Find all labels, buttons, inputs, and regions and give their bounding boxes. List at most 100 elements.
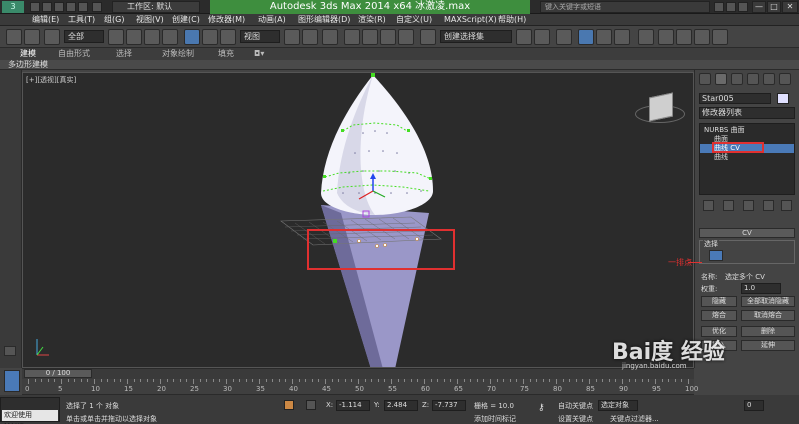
configure-modifier-sets-icon[interactable] bbox=[781, 200, 792, 211]
manipulate-icon[interactable] bbox=[302, 29, 318, 45]
make-unique-icon[interactable] bbox=[743, 200, 754, 211]
cv-rollout-header[interactable]: CV bbox=[699, 228, 795, 238]
ribbon-options-icon[interactable]: ◘▾ bbox=[254, 48, 264, 60]
layer-manager-icon[interactable] bbox=[556, 29, 572, 45]
stack-item-curve[interactable]: 曲线 bbox=[700, 153, 794, 162]
maximize-button[interactable]: □ bbox=[767, 1, 781, 13]
star-icon[interactable] bbox=[726, 2, 736, 12]
z-coord-field[interactable]: -7.737 bbox=[432, 400, 466, 411]
stack-item-nurbs-surface[interactable]: NURBS 曲面 bbox=[700, 126, 794, 135]
hierarchy-tab-icon[interactable] bbox=[731, 73, 743, 85]
close-button[interactable]: ✕ bbox=[782, 1, 798, 13]
render-setup-icon[interactable] bbox=[658, 29, 674, 45]
render-iterative-icon[interactable] bbox=[712, 29, 728, 45]
redo-icon[interactable] bbox=[78, 2, 88, 12]
select-object-icon[interactable] bbox=[108, 29, 124, 45]
select-by-name-icon[interactable] bbox=[126, 29, 142, 45]
motion-tab-icon[interactable] bbox=[747, 73, 759, 85]
remove-modifier-icon[interactable] bbox=[763, 200, 774, 211]
unhide-all-button[interactable]: 全部取消隐藏 bbox=[741, 296, 795, 307]
menu-modifiers[interactable]: 修改器(M) bbox=[208, 14, 245, 26]
align-icon[interactable] bbox=[534, 29, 550, 45]
select-scale-icon[interactable] bbox=[220, 29, 236, 45]
keyboard-shortcut-icon[interactable] bbox=[322, 29, 338, 45]
create-tab-icon[interactable] bbox=[699, 73, 711, 85]
time-slider-thumb[interactable]: 0 / 100 bbox=[24, 369, 92, 378]
snaps-toggle-icon[interactable] bbox=[344, 29, 360, 45]
menu-edit[interactable]: 编辑(E) bbox=[32, 14, 59, 26]
key-icon[interactable]: ⚷ bbox=[538, 404, 552, 413]
pivot-center-icon[interactable] bbox=[284, 29, 300, 45]
key-filters-button[interactable]: 关键点过滤器... bbox=[610, 414, 659, 424]
menu-graph-editors[interactable]: 图形编辑器(D) bbox=[298, 14, 350, 26]
window-crossing-icon[interactable] bbox=[162, 29, 178, 45]
mini-curve-editor-icon[interactable] bbox=[4, 370, 20, 392]
display-tab-icon[interactable] bbox=[763, 73, 775, 85]
selection-filter-dropdown[interactable]: 全部 bbox=[64, 30, 104, 43]
rendered-frame-icon[interactable] bbox=[676, 29, 692, 45]
unfuse-button[interactable]: 取消熔合 bbox=[741, 310, 795, 321]
menu-customize[interactable]: 自定义(U) bbox=[396, 14, 432, 26]
y-coord-field[interactable]: 2.484 bbox=[384, 400, 418, 411]
percent-snap-icon[interactable] bbox=[380, 29, 396, 45]
help-icon[interactable] bbox=[738, 2, 748, 12]
reference-coord-dropdown[interactable]: 视图 bbox=[240, 30, 280, 43]
modify-tab-icon[interactable] bbox=[715, 73, 727, 85]
menu-views[interactable]: 视图(V) bbox=[136, 14, 164, 26]
curve-editor-icon[interactable] bbox=[596, 29, 612, 45]
single-cv-select-button[interactable] bbox=[709, 250, 723, 261]
hide-button[interactable]: 隐藏 bbox=[701, 296, 737, 307]
perspective-viewport[interactable]: [+][透视][真实] bbox=[22, 72, 694, 368]
maxscript-mini-listener[interactable]: 欢迎使用 MAXSc bbox=[2, 410, 58, 424]
select-move-icon[interactable] bbox=[184, 29, 200, 45]
project-folder-icon[interactable] bbox=[92, 2, 102, 12]
set-key-button[interactable]: 设置关键点 bbox=[558, 414, 593, 424]
modifier-list-dropdown[interactable]: 修改器列表 bbox=[699, 107, 795, 119]
undo-icon[interactable] bbox=[66, 2, 76, 12]
search-input[interactable]: 键入关键字或短语 bbox=[540, 1, 710, 13]
select-rotate-icon[interactable] bbox=[202, 29, 218, 45]
render-production-icon[interactable] bbox=[694, 29, 710, 45]
tab-freeform[interactable]: 自由形式 bbox=[58, 48, 90, 60]
tab-populate[interactable]: 填充 bbox=[218, 48, 234, 60]
expand-arrow-icon[interactable] bbox=[4, 346, 16, 356]
schematic-view-icon[interactable] bbox=[614, 29, 630, 45]
mirror-icon[interactable] bbox=[516, 29, 532, 45]
show-end-result-icon[interactable] bbox=[723, 200, 734, 211]
weight-input[interactable]: 1.0 bbox=[741, 283, 781, 294]
graphite-toolbar-icon[interactable] bbox=[578, 29, 594, 45]
pin-stack-icon[interactable] bbox=[703, 200, 714, 211]
link-icon[interactable] bbox=[44, 29, 60, 45]
menu-help[interactable]: 帮助(H) bbox=[498, 14, 526, 26]
rect-selection-icon[interactable] bbox=[144, 29, 160, 45]
object-color-swatch[interactable] bbox=[777, 93, 789, 104]
auto-key-button[interactable]: 自动关键点 bbox=[558, 401, 593, 411]
menu-group[interactable]: 组(G) bbox=[104, 14, 124, 26]
delete-button[interactable]: 删除 bbox=[741, 326, 795, 337]
viewcube-icon[interactable] bbox=[649, 92, 673, 122]
object-name-field[interactable]: Star005 bbox=[699, 93, 771, 104]
new-icon[interactable] bbox=[30, 2, 40, 12]
extend-button[interactable]: 延伸 bbox=[741, 340, 795, 351]
fuse-button[interactable]: 熔合 bbox=[701, 310, 737, 321]
workspace-dropdown[interactable]: 工作区: 默认 bbox=[112, 1, 200, 13]
tab-modeling[interactable]: 建模 bbox=[20, 48, 36, 60]
menu-animation[interactable]: 动画(A) bbox=[258, 14, 286, 26]
binoculars-icon[interactable] bbox=[714, 2, 724, 12]
app-logo-icon[interactable]: 3 bbox=[2, 1, 24, 13]
add-time-tag[interactable]: 添加时间标记 bbox=[474, 414, 516, 424]
absolute-mode-icon[interactable] bbox=[306, 400, 316, 410]
menu-tools[interactable]: 工具(T) bbox=[68, 14, 95, 26]
redo-icon[interactable] bbox=[24, 29, 40, 45]
angle-snap-icon[interactable] bbox=[362, 29, 378, 45]
time-slider-track[interactable] bbox=[22, 368, 694, 379]
tab-object-paint[interactable]: 对象绘制 bbox=[162, 48, 194, 60]
menu-maxscript[interactable]: MAXScript(X) bbox=[444, 14, 497, 26]
tab-selection[interactable]: 选择 bbox=[116, 48, 132, 60]
x-coord-field[interactable]: -1.114 bbox=[336, 400, 370, 411]
menu-rendering[interactable]: 渲染(R) bbox=[358, 14, 386, 26]
material-editor-icon[interactable] bbox=[638, 29, 654, 45]
current-frame-field[interactable]: 0 bbox=[744, 400, 764, 411]
selected-object-dropdown[interactable]: 选定对象 bbox=[598, 400, 638, 411]
minimize-button[interactable]: — bbox=[752, 1, 766, 13]
